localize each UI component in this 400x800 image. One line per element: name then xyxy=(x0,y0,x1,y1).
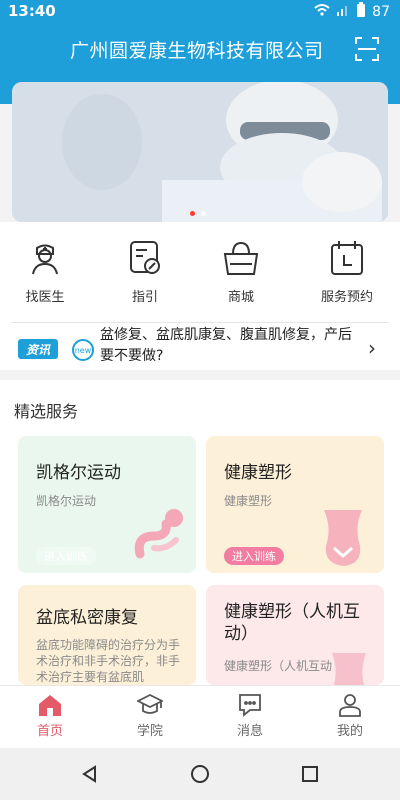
doctor-icon xyxy=(32,244,58,275)
nav-label: 我的 xyxy=(336,724,363,739)
torso-figure-icon xyxy=(332,653,366,685)
quick-label: 商城 xyxy=(227,290,254,305)
nav-academy[interactable]: 学院 xyxy=(120,692,180,739)
quick-label: 服务预约 xyxy=(320,290,373,305)
battery-level: 87 xyxy=(372,4,390,20)
quick-appointment[interactable]: 服务预约 xyxy=(312,238,382,308)
card-title: 健康塑形（人机互动） xyxy=(224,602,360,644)
card-subtitle: 健康塑形 xyxy=(224,494,273,508)
banner-dot-active[interactable] xyxy=(190,211,195,216)
hero-banner[interactable] xyxy=(12,82,388,222)
chevron-right-icon[interactable]: › xyxy=(368,336,376,360)
enter-training-button[interactable]: 进入训练 xyxy=(224,547,284,565)
quick-find-doctor[interactable]: 找医生 xyxy=(10,238,80,308)
scan-icon[interactable] xyxy=(354,36,380,62)
nav-profile[interactable]: 我的 xyxy=(320,692,380,739)
news-headline[interactable]: 盆修复、盆底肌康复、腹直肌修复，产后要不要做? xyxy=(100,325,360,367)
quick-guide[interactable]: 指引 xyxy=(110,238,180,308)
quick-label: 找医生 xyxy=(25,290,65,305)
quick-label: 指引 xyxy=(131,290,158,305)
section-title: 精选服务 xyxy=(14,402,79,421)
card-title: 盆底私密康复 xyxy=(36,608,138,628)
graduation-cap-icon xyxy=(137,693,163,714)
card-subtitle: 盆底功能障碍的治疗分为手术治疗和非手术治疗，非手术治疗主要有盆底肌 xyxy=(36,638,181,684)
page-title: 广州圆爱康生物科技有限公司 xyxy=(70,40,324,62)
wifi-icon xyxy=(314,3,330,21)
lab-scientist-image xyxy=(12,82,388,222)
nav-label: 首页 xyxy=(36,724,63,739)
quick-shop[interactable]: 商城 xyxy=(206,238,276,308)
nav-home[interactable]: 首页 xyxy=(20,692,80,739)
signal-icon xyxy=(336,3,350,21)
divider xyxy=(12,322,388,323)
card-subtitle: 凯格尔运动 xyxy=(36,494,97,508)
card-body-shaping[interactable]: 健康塑形 健康塑形 进入训练 xyxy=(206,436,384,573)
enter-training-button[interactable]: 进入训练 xyxy=(36,547,96,565)
card-pelvic-rehab[interactable]: 盆底私密康复 盆底功能障碍的治疗分为手术治疗和非手术治疗，非手术治疗主要有盆底肌 xyxy=(18,585,196,685)
banner-dots xyxy=(190,211,206,216)
message-icon xyxy=(239,694,261,717)
new-tag-icon: new xyxy=(72,339,94,361)
back-icon[interactable] xyxy=(80,764,100,784)
kegel-figure-icon xyxy=(134,509,183,559)
guide-icon xyxy=(130,241,160,274)
home-circle-icon[interactable] xyxy=(190,764,210,784)
card-subtitle: 健康塑形（人机互动 xyxy=(224,659,333,673)
shop-bag-icon xyxy=(223,241,259,275)
home-icon xyxy=(39,695,61,716)
card-interactive-shaping[interactable]: 健康塑形（人机互动） 健康塑形（人机互动 xyxy=(206,585,384,685)
news-badge: 资讯 xyxy=(18,339,58,359)
card-kegel[interactable]: 凯格尔运动 凯格尔运动 进入训练 xyxy=(18,436,196,573)
banner-dot[interactable] xyxy=(201,211,206,216)
calendar-icon xyxy=(331,241,363,275)
nav-label: 学院 xyxy=(136,724,163,739)
profile-icon xyxy=(339,694,361,717)
torso-figure-icon xyxy=(324,510,362,566)
nav-label: 消息 xyxy=(236,724,263,739)
recents-icon[interactable] xyxy=(300,764,320,784)
status-icons: 87 xyxy=(314,2,390,22)
card-title: 健康塑形 xyxy=(224,463,292,483)
card-title: 凯格尔运动 xyxy=(36,463,121,483)
status-time: 13:40 xyxy=(8,2,56,20)
nav-messages[interactable]: 消息 xyxy=(220,692,280,739)
battery-icon xyxy=(356,2,366,22)
